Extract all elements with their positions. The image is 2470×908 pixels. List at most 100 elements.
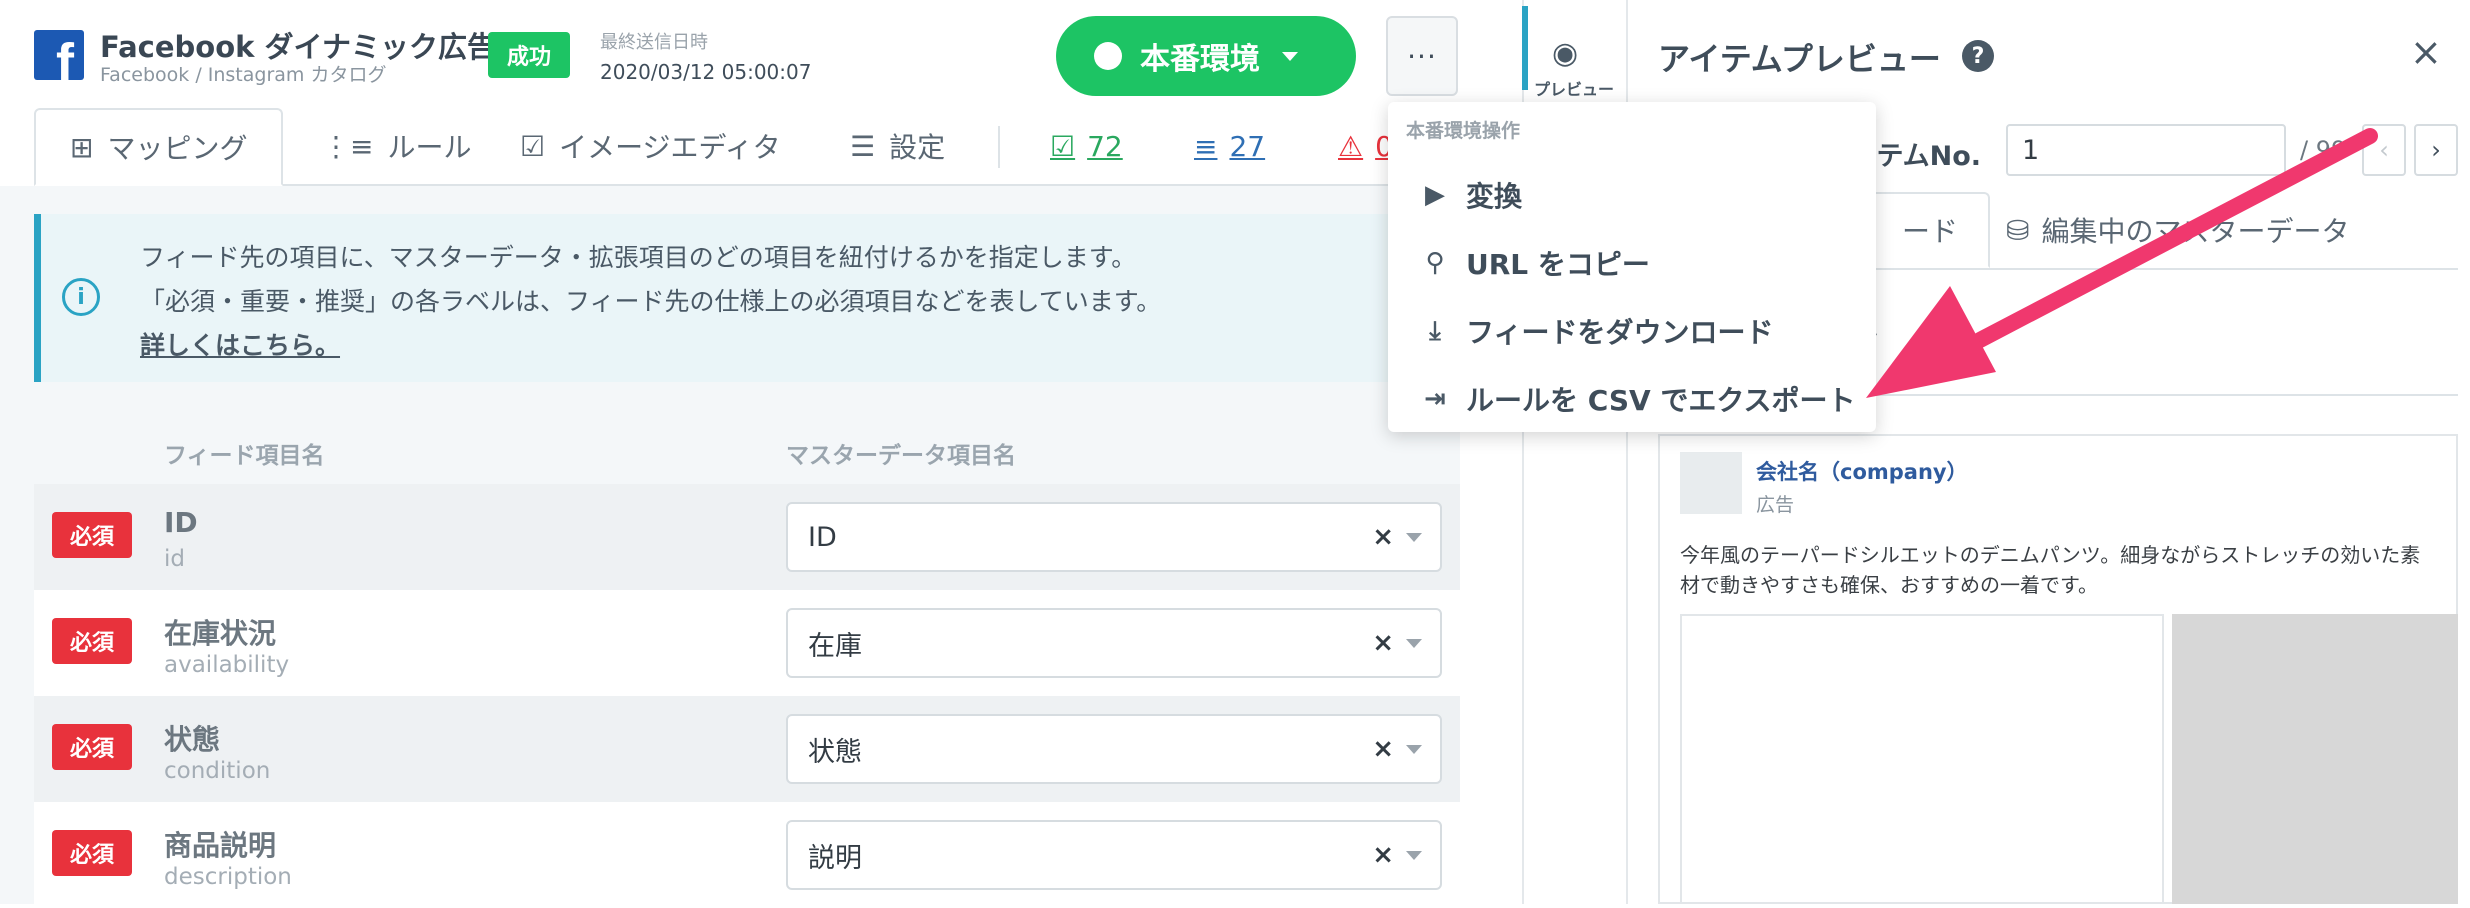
column-header-feed: フィード項目名: [164, 443, 325, 469]
menu-item-copy-url[interactable]: ⚲ URL をコピー: [1420, 238, 1650, 288]
field-name: 商品説明: [164, 829, 277, 862]
excluded-count-link[interactable]: ≡ 27: [1194, 108, 1265, 184]
field-key: availability: [164, 652, 290, 678]
master-field-select[interactable]: 状態 ×: [786, 714, 1442, 784]
master-field-select[interactable]: 説明 ×: [786, 820, 1442, 890]
select-value: ID: [808, 521, 837, 553]
image-editor-icon: ☑: [520, 129, 546, 163]
tab-mapping[interactable]: ⊞ マッピング: [34, 108, 284, 186]
last-sent-value: 2020/03/12 05:00:07: [600, 60, 812, 84]
menu-header: 本番環境操作: [1406, 120, 1521, 142]
clear-icon[interactable]: ×: [1372, 628, 1394, 658]
required-badge: 必須: [52, 512, 132, 558]
status-badge: 成功: [488, 32, 570, 78]
menu-item-convert[interactable]: ▶ 変換: [1420, 170, 1522, 220]
menu-item-label: フィードをダウンロード: [1466, 316, 1774, 349]
avatar: [1680, 452, 1742, 514]
tab-image-editor[interactable]: ☑ イメージエディタ: [520, 108, 781, 184]
tab-settings[interactable]: ☰ 設定: [850, 108, 945, 184]
info-line-1: フィード先の項目に、マスターデータ・拡張項目のどの項目を紐付けるかを指定します。: [140, 243, 1137, 272]
required-badge: 必須: [52, 830, 132, 876]
menu-item-download-feed[interactable]: ⤓ フィードをダウンロード: [1420, 306, 1773, 356]
master-field-select[interactable]: ID ×: [786, 502, 1442, 572]
tab-feed-label: ード: [1902, 215, 1959, 248]
tab-divider: [998, 126, 1000, 168]
ad-text: 今年風のテーパードシルエットのデニムパンツ。細身ながらストレッチの効いた素材で動…: [1680, 543, 2421, 597]
clear-icon[interactable]: ×: [1372, 734, 1394, 764]
close-icon[interactable]: ×: [2410, 30, 2442, 74]
company-name: 会社名（company）: [1756, 460, 1968, 484]
warning-count-link[interactable]: ⚠ 0: [1338, 108, 1393, 184]
tab-feed-preview[interactable]: ード: [1870, 192, 1991, 268]
item-total: / 99: [2300, 136, 2347, 164]
select-value: 在庫: [808, 630, 862, 662]
tab-master-label: 編集中のマスターデータ: [2041, 215, 2350, 248]
export-icon: ⇥: [1424, 384, 1446, 414]
info-icon: i: [62, 278, 100, 316]
eye-icon[interactable]: ◉: [1552, 36, 1578, 71]
valid-count-link[interactable]: ☑ 72: [1050, 108, 1123, 184]
download-icon: ⤓: [1429, 315, 1441, 346]
link-icon: ⚲: [1425, 248, 1445, 278]
play-icon: ▶: [1425, 180, 1445, 210]
caret-down-icon: [1282, 51, 1298, 61]
excluded-count: 27: [1229, 129, 1266, 163]
next-item-button[interactable]: ›: [2414, 124, 2458, 176]
preview-side-label[interactable]: プレビュー: [1534, 76, 1614, 100]
help-icon[interactable]: ?: [1962, 40, 1994, 72]
ad-image: [2172, 614, 2458, 904]
rules-icon: ⋮≡: [322, 129, 374, 163]
last-sent-label: 最終送信日時: [600, 32, 708, 53]
chevron-down-icon: [1406, 850, 1422, 860]
field-key: description: [164, 864, 292, 890]
item-number-input[interactable]: 1: [2006, 124, 2286, 176]
environment-button[interactable]: 本番環境: [1056, 16, 1356, 96]
master-field-select[interactable]: 在庫 ×: [786, 608, 1442, 678]
check-list-icon: ☑: [1050, 129, 1076, 163]
preview-title: アイテムプレビュー: [1658, 40, 1941, 78]
tab-rules[interactable]: ⋮≡ ルール: [322, 108, 471, 184]
menu-item-label: URL をコピー: [1466, 248, 1650, 281]
column-header-master: マスターデータ項目名: [786, 443, 1016, 469]
status-dot-icon: [1094, 42, 1122, 70]
field-name: 状態: [164, 723, 221, 756]
tab-master-data[interactable]: ⛁ 編集中のマスターデータ: [2006, 192, 2349, 268]
tab-mapping-label: マッピング: [107, 132, 248, 165]
ad-image: [1680, 614, 2164, 904]
side-active-indicator: [1522, 6, 1528, 90]
excluded-list-icon: ≡: [1194, 129, 1218, 163]
menu-item-label: 変換: [1466, 180, 1523, 213]
ad-label: 広告: [1756, 494, 1795, 516]
select-value: 状態: [808, 736, 862, 768]
field-key: condition: [164, 758, 271, 784]
learn-more-link[interactable]: 詳しくはこちら。: [140, 326, 340, 362]
chevron-down-icon: [1406, 532, 1422, 542]
valid-count: 72: [1087, 129, 1123, 163]
clear-icon[interactable]: ×: [1372, 840, 1394, 870]
menu-item-export-csv[interactable]: ⇥ ルールを CSV でエクスポート: [1420, 374, 1856, 424]
database-icon: ⛁: [2006, 213, 2030, 247]
more-button[interactable]: ···: [1386, 16, 1458, 96]
field-name: 在庫状況: [164, 617, 277, 650]
environment-label: 本番環境: [1140, 42, 1260, 77]
app-subtitle: Facebook / Instagram カタログ: [100, 64, 387, 86]
mapping-icon: ⊞: [70, 130, 94, 164]
sliders-icon: ☰: [850, 129, 876, 163]
required-badge: 必須: [52, 618, 132, 664]
tab-image-editor-label: イメージエディタ: [559, 131, 781, 164]
field-name: ID: [164, 506, 198, 539]
required-badge: 必須: [52, 724, 132, 770]
select-value: 説明: [808, 842, 862, 874]
tab-bar: ⊞ マッピング ⋮≡ ルール ☑ イメージエディタ ☰ 設定 ☑ 72 ≡ 27…: [34, 108, 1460, 186]
tab-settings-label: 設定: [889, 131, 946, 164]
field-key: id: [164, 546, 185, 572]
facebook-logo-icon: f: [34, 30, 84, 80]
menu-item-label: ルールを CSV でエクスポート: [1466, 384, 1856, 417]
chevron-down-icon: [1406, 638, 1422, 648]
warning-icon: ⚠: [1338, 129, 1364, 163]
tab-rules-label: ルール: [387, 131, 472, 164]
info-line-2: 「必須・重要・推奨」の各ラベルは、フィード先の仕様上の必須項目などを表しています…: [140, 287, 1162, 316]
clear-icon[interactable]: ×: [1372, 522, 1394, 552]
prev-item-button[interactable]: ‹: [2362, 124, 2406, 176]
chevron-down-icon: [1406, 744, 1422, 754]
